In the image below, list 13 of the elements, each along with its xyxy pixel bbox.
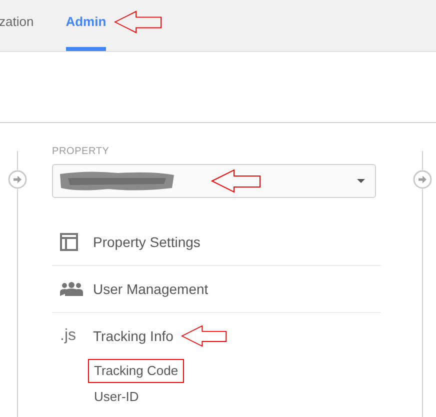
menu-item[interactable]: Property Settings [93, 232, 200, 252]
submenu-item[interactable]: User-ID [88, 385, 145, 409]
js-icon: .js [60, 328, 76, 344]
arrow-circle-icon[interactable] [8, 170, 27, 189]
panel-icon [60, 233, 78, 251]
property-dropdown[interactable] [52, 164, 376, 198]
menu-item[interactable]: Tracking Info [93, 326, 174, 346]
caret-icon [357, 179, 365, 183]
property-label: PROPERTY [52, 145, 110, 159]
arrow-circle-icon[interactable] [413, 170, 432, 189]
menu-item[interactable]: User Management [93, 278, 208, 300]
submenu-item[interactable]: Tracking Code [88, 359, 184, 383]
people-icon [60, 282, 83, 296]
